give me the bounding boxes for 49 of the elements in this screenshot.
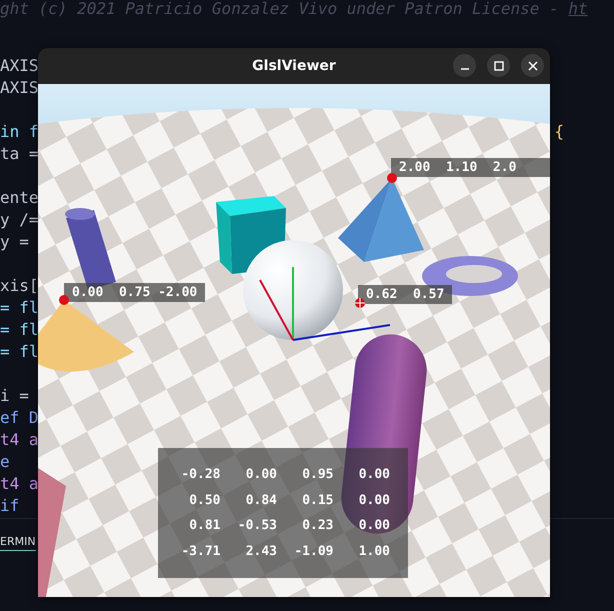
code-line: xis[ — [0, 275, 39, 297]
matrix-value: 0.00 — [244, 466, 278, 482]
code-line: ef D — [0, 407, 39, 429]
code-line: = fl — [0, 341, 39, 363]
code-line: AXIS — [0, 77, 39, 99]
matrix-value: 0.23 — [301, 518, 334, 534]
code-line: t4 a — [0, 473, 39, 495]
code-line: ente — [0, 187, 39, 209]
point-marker — [59, 295, 69, 305]
point-marker — [387, 173, 397, 183]
crosshair-marker — [354, 298, 366, 308]
code-line: = fl — [0, 319, 39, 341]
matrix-value: -1.09 — [293, 544, 334, 560]
minimize-button[interactable] — [453, 54, 476, 77]
code-line: t4 a — [0, 429, 39, 451]
maximize-button[interactable] — [487, 54, 510, 77]
minimize-icon — [460, 68, 468, 70]
coordinate-label: 0.00 0.75 -2.00 — [64, 283, 206, 302]
matrix-value: 2.43 — [244, 544, 278, 560]
coordinate-label: 2.00 1.10 2.0 — [391, 158, 550, 177]
code-line: y = — [0, 231, 29, 253]
maximize-icon — [494, 60, 504, 70]
code-line: y /= — [0, 209, 39, 231]
matrix-value: 0.81 — [188, 518, 222, 534]
code-line: if — [0, 495, 20, 517]
code-line: ta = — [0, 143, 39, 165]
matrix-value: 0.95 — [301, 466, 334, 482]
code-line: e — [0, 451, 10, 473]
matrix-value: 0.00 — [358, 492, 391, 508]
code-line: = fl — [0, 297, 39, 319]
matrix-value: -3.71 — [180, 544, 222, 560]
terminal-tab[interactable]: ERMIN — [0, 535, 36, 551]
code-line: i = — [0, 385, 29, 407]
code-line: in f — [0, 121, 39, 143]
matrix-value: 0.00 — [358, 518, 391, 534]
code-line: AXIS — [0, 55, 39, 77]
matrix-value: 0.00 — [358, 466, 391, 482]
matrix-value: 0.15 — [301, 492, 334, 508]
matrix-value: 0.50 — [188, 492, 222, 508]
matrix-value: 1.00 — [358, 544, 391, 560]
close-button[interactable] — [521, 54, 544, 77]
coordinate-label: 0.62 0.57 — [358, 285, 452, 304]
matrix-value: -0.28 — [180, 466, 222, 482]
matrix-value: 0.84 — [244, 492, 278, 508]
code-brace: { — [554, 121, 564, 143]
matrix-value: -0.53 — [236, 518, 278, 534]
close-icon — [528, 60, 538, 70]
code-comment: ght (c) 2021 Patricio Gonzalez Vivo under Patron License - — [0, 1, 560, 20]
window-title: GlslViewer — [252, 58, 336, 74]
